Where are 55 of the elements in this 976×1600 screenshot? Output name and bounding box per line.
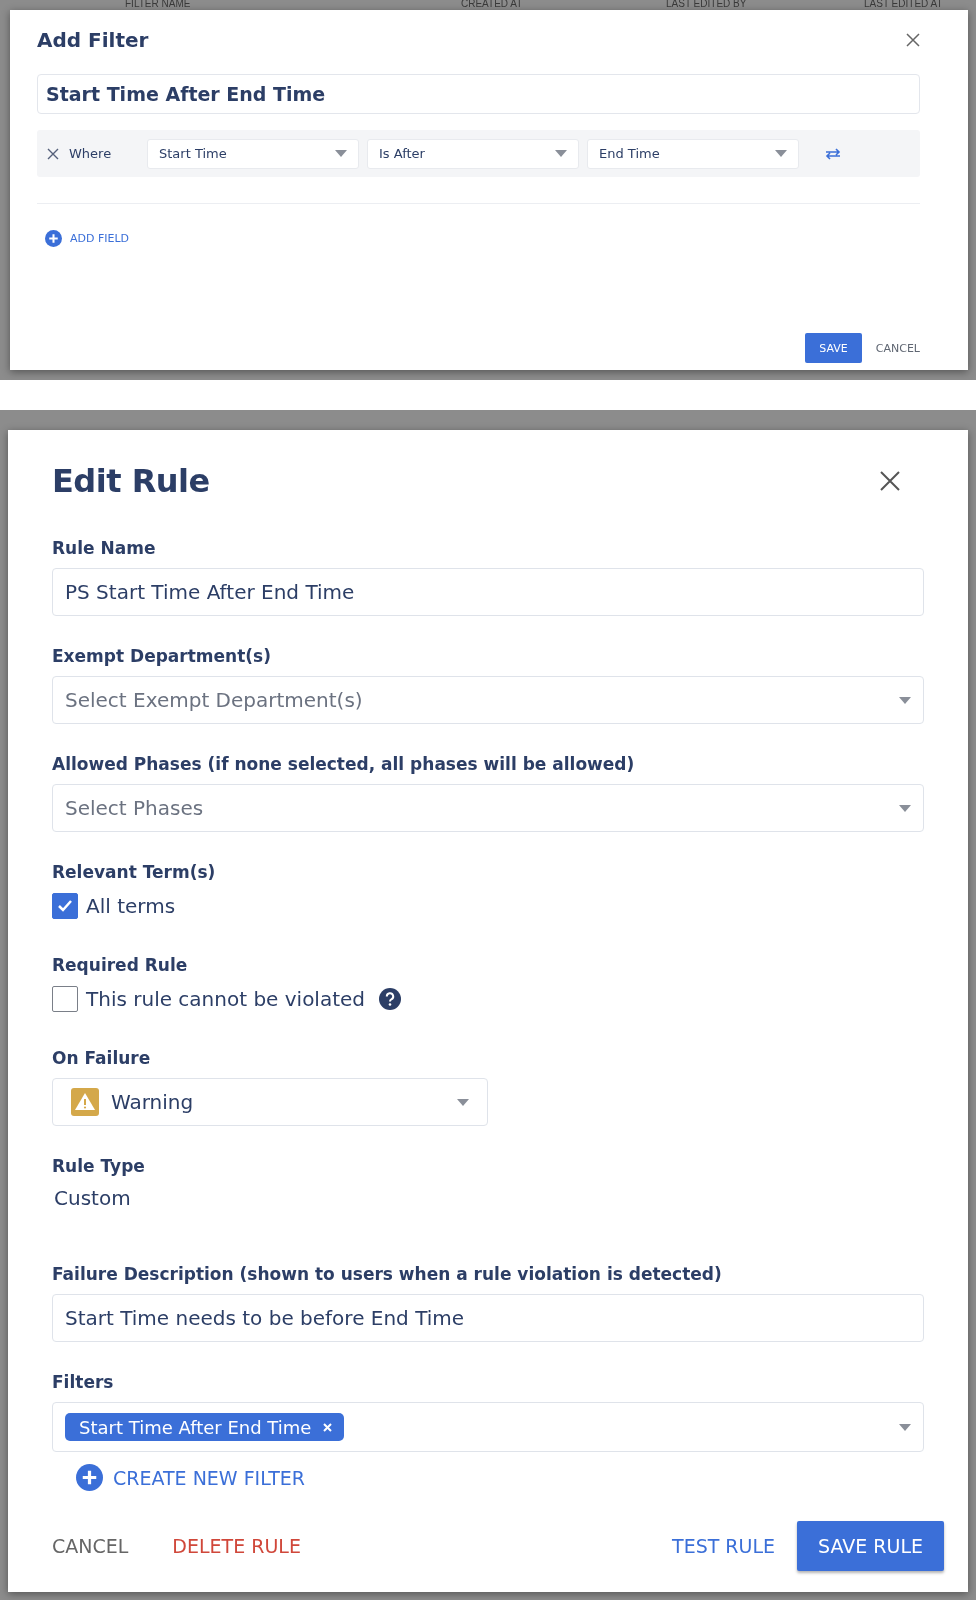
cancel-button[interactable]: CANCEL [52, 1535, 129, 1557]
text-field[interactable]: PS Start Time After End Time [52, 568, 924, 616]
caret-icon [899, 1423, 911, 1431]
dialog-title: Add Filter [37, 28, 149, 52]
field-label: Failure Description (shown to users when a rule violation is detected) [52, 1264, 723, 1284]
remove-icon[interactable] [47, 147, 59, 160]
column-header: CREATED AT [461, 0, 524, 11]
create-filter-link[interactable]: CREATE NEW FILTER [76, 1464, 305, 1491]
field-dropdown[interactable]: Start Time [147, 138, 359, 169]
column-header: LAST EDITED AT [864, 0, 944, 11]
field-label: Rule Type [52, 1156, 146, 1176]
text-field[interactable]: Start Time needs to be before End Time [52, 1294, 924, 1342]
where-label: Where [69, 146, 113, 161]
caret-icon [899, 804, 911, 812]
field-label: Allowed Phases (if none selected, all phases will be allowed) [52, 754, 636, 774]
cancel-button[interactable]: CANCEL [875, 341, 920, 355]
add-field-link[interactable]: ADD FIELD [37, 230, 130, 247]
filter-chip[interactable]: Start Time After End Time [65, 1413, 345, 1441]
caret-icon [335, 150, 347, 157]
dialog-title: Edit Rule [52, 462, 210, 500]
field-label: Relevant Term(s) [52, 862, 217, 882]
save-button[interactable]: SAVE RULE [797, 1521, 944, 1571]
plus-icon [45, 230, 62, 247]
checkbox[interactable] [52, 986, 78, 1012]
column-header: LAST EDITED BY [666, 0, 748, 11]
checkbox-label: This rule cannot be violated [86, 987, 366, 1011]
filters-field[interactable]: Start Time After End Time [52, 1402, 924, 1452]
select-field[interactable]: Select Phases [52, 784, 924, 832]
operator-dropdown[interactable]: Is After [367, 138, 579, 169]
field-label: Filters [52, 1372, 115, 1392]
caret-icon [775, 150, 787, 157]
field-label: Rule Name [52, 538, 157, 558]
save-button[interactable]: SAVE [805, 333, 862, 363]
caret-icon [457, 1098, 469, 1106]
plus-icon [76, 1464, 103, 1491]
filter-name-field[interactable]: Start Time After End Time [37, 74, 920, 114]
help-icon[interactable] [379, 988, 402, 1010]
value-dropdown[interactable]: End Time [587, 138, 799, 169]
field-label: Exempt Department(s) [52, 646, 272, 666]
close-icon[interactable] [906, 33, 920, 47]
caret-icon [555, 150, 567, 157]
delete-button[interactable]: DELETE RULE [172, 1535, 301, 1557]
field-label: On Failure [52, 1048, 152, 1068]
caret-icon [899, 696, 911, 704]
rule-type-value: Custom [53, 1186, 132, 1210]
field-label: Required Rule [52, 955, 189, 975]
checkbox[interactable] [52, 893, 78, 919]
checkbox-label: All terms [86, 894, 176, 918]
select-field[interactable]: Warning [52, 1078, 488, 1126]
swap-icon[interactable] [825, 147, 841, 160]
select-field[interactable]: Select Exempt Department(s) [52, 676, 924, 724]
close-icon[interactable] [880, 471, 900, 491]
test-button[interactable]: TEST RULE [672, 1535, 776, 1557]
warning-icon [71, 1088, 99, 1116]
column-header: FILTER NAME [125, 0, 192, 11]
